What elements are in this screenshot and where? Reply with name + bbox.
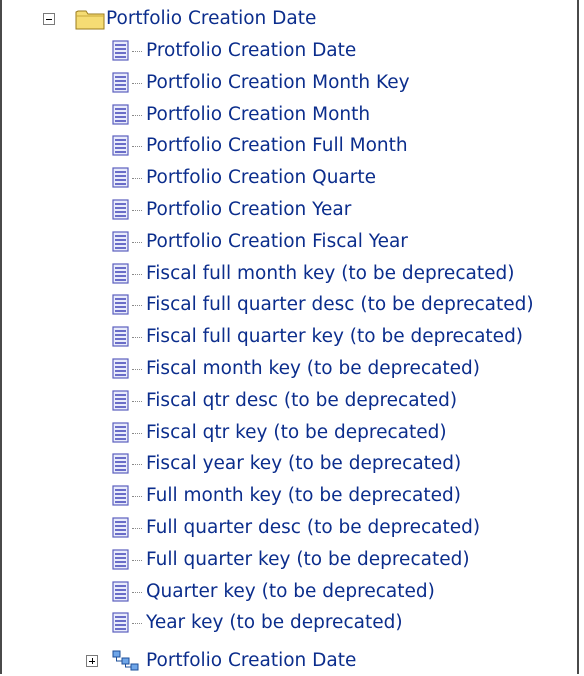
logical-column-icon [112, 517, 129, 538]
logical-column-icon [112, 358, 129, 379]
column-row[interactable]: Fiscal month key (to be deprecated) [2, 354, 577, 384]
tree-connector [132, 496, 142, 499]
tree-connector [132, 274, 142, 277]
column-row[interactable]: Fiscal year key (to be deprecated) [2, 449, 577, 479]
tree-connector [132, 51, 142, 54]
tree-connector [132, 369, 142, 372]
column-row[interactable]: Portfolio Creation Fiscal Year [2, 227, 577, 257]
logical-column-icon [112, 104, 129, 125]
column-label[interactable]: Portfolio Creation Fiscal Year [146, 227, 408, 257]
tree-connector [132, 623, 142, 626]
expand-icon[interactable] [86, 655, 98, 667]
logical-column-icon [112, 612, 129, 633]
column-row[interactable]: Fiscal qtr key (to be deprecated) [2, 418, 577, 448]
column-row[interactable]: Full quarter desc (to be deprecated) [2, 513, 577, 543]
tree-connector [132, 592, 142, 595]
logical-column-icon [112, 294, 129, 315]
column-label[interactable]: Full quarter key (to be deprecated) [146, 545, 470, 575]
column-label[interactable]: Full quarter desc (to be deprecated) [146, 513, 480, 543]
column-label[interactable]: Protfolio Creation Date [146, 36, 356, 66]
column-label[interactable]: Portfolio Creation Quarte [146, 163, 376, 193]
logical-column-icon [112, 199, 129, 220]
logical-column-icon [112, 549, 129, 570]
logical-column-icon [112, 326, 129, 347]
logical-column-icon [112, 422, 129, 443]
column-label[interactable]: Full month key (to be deprecated) [146, 481, 461, 511]
tree-connector [132, 83, 142, 86]
column-label[interactable]: Fiscal qtr key (to be deprecated) [146, 418, 447, 448]
hierarchy-icon [112, 650, 139, 671]
column-row[interactable]: Year key (to be deprecated) [2, 608, 577, 638]
column-row[interactable]: Portfolio Creation Month [2, 100, 577, 130]
column-row[interactable]: Portfolio Creation Month Key [2, 68, 577, 98]
column-label[interactable]: Quarter key (to be deprecated) [146, 577, 435, 607]
column-label[interactable]: Portfolio Creation Year [146, 195, 351, 225]
logical-column-icon [112, 231, 129, 252]
column-row[interactable]: Full quarter key (to be deprecated) [2, 545, 577, 575]
tree-connector [132, 146, 142, 149]
logical-column-icon [112, 485, 129, 506]
tree-connector [132, 560, 142, 563]
column-row[interactable]: Portfolio Creation Quarte [2, 163, 577, 193]
column-row[interactable]: Portfolio Creation Full Month [2, 131, 577, 161]
column-row[interactable]: Portfolio Creation Year [2, 195, 577, 225]
collapse-icon[interactable] [43, 13, 55, 25]
tree-connector [132, 178, 142, 181]
tree-connector [132, 242, 142, 245]
hierarchy-label[interactable]: Portfolio Creation Date [146, 646, 356, 676]
hierarchy-row[interactable]: Portfolio Creation Date [2, 646, 577, 676]
logical-column-icon [112, 453, 129, 474]
logical-column-icon [112, 72, 129, 93]
column-row[interactable]: Protfolio Creation Date [2, 36, 577, 66]
logical-column-icon [112, 263, 129, 284]
column-label[interactable]: Fiscal qtr desc (to be deprecated) [146, 386, 457, 416]
column-row[interactable]: Fiscal qtr desc (to be deprecated) [2, 386, 577, 416]
column-row[interactable]: Fiscal full quarter desc (to be deprecat… [2, 290, 577, 320]
tree-connector [132, 464, 142, 467]
logical-column-icon [112, 40, 129, 61]
logical-column-icon [112, 390, 129, 411]
tree-connector [132, 305, 142, 308]
tree-connector [132, 433, 142, 436]
column-label[interactable]: Year key (to be deprecated) [146, 608, 403, 638]
column-row[interactable]: Fiscal full quarter key (to be deprecate… [2, 322, 577, 352]
column-label[interactable]: Portfolio Creation Full Month [146, 131, 408, 161]
column-label[interactable]: Fiscal full quarter key (to be deprecate… [146, 322, 523, 352]
column-label[interactable]: Fiscal full month key (to be deprecated) [146, 259, 514, 289]
column-row[interactable]: Full month key (to be deprecated) [2, 481, 577, 511]
logical-column-icon [112, 135, 129, 156]
folder-label[interactable]: Portfolio Creation Date [106, 4, 316, 34]
logical-column-icon [112, 167, 129, 188]
column-label[interactable]: Portfolio Creation Month [146, 100, 370, 130]
folder-row[interactable]: Portfolio Creation Date [2, 4, 577, 34]
column-label[interactable]: Fiscal month key (to be deprecated) [146, 354, 480, 384]
column-label[interactable]: Fiscal full quarter desc (to be deprecat… [146, 290, 534, 320]
tree-connector [132, 115, 142, 118]
logical-column-icon [112, 581, 129, 602]
tree-connector [132, 337, 142, 340]
column-label[interactable]: Fiscal year key (to be deprecated) [146, 449, 461, 479]
tree-connector [132, 401, 142, 404]
column-label[interactable]: Portfolio Creation Month Key [146, 68, 410, 98]
column-row[interactable]: Fiscal full month key (to be deprecated) [2, 259, 577, 289]
column-row[interactable]: Quarter key (to be deprecated) [2, 577, 577, 607]
tree-connector [132, 528, 142, 531]
tree-connector [132, 210, 142, 213]
presentation-tree-panel: Portfolio Creation Date Protfolio Creati… [0, 0, 579, 674]
folder-icon [75, 10, 105, 30]
